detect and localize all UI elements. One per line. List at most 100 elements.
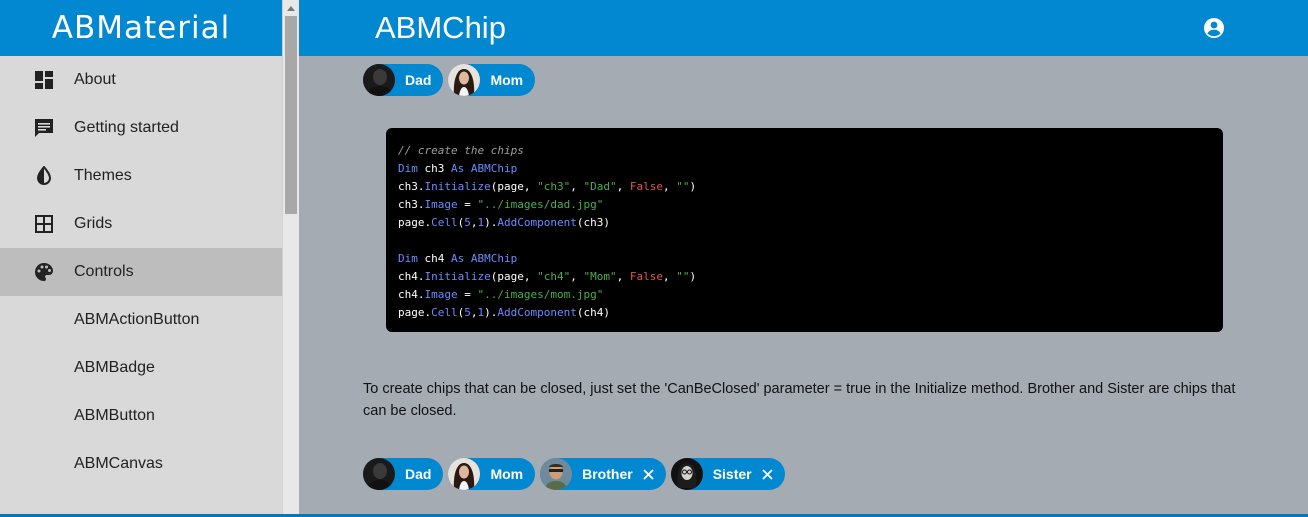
code-token: AddComponent (497, 306, 577, 319)
code-token: , (662, 180, 677, 193)
code-token: , (470, 216, 478, 229)
main-content: Dad Mom // create the chips Dim ch3 As A… (299, 56, 1308, 517)
sidebar-item-label: About (74, 71, 116, 88)
code-token: "" (676, 270, 690, 283)
sidebar-subitem-label: ABMBadge (74, 359, 155, 376)
chip-row-top: Dad Mom (363, 64, 536, 96)
code-token: , (616, 270, 630, 283)
code-token: False (629, 270, 663, 283)
code-token: (ch3) (576, 216, 610, 229)
dashboard-icon (33, 69, 55, 91)
chip-label: Brother (582, 466, 633, 482)
brand-logo[interactable]: ABMaterial (52, 10, 230, 46)
code-token: ABMChip (464, 162, 518, 175)
code-token: Cell (431, 216, 458, 229)
grid-icon (33, 213, 55, 235)
code-token: , (570, 180, 584, 193)
code-token: "../images/dad.jpg" (477, 198, 604, 211)
code-token: Cell (431, 306, 458, 319)
code-token: ch4. (398, 270, 425, 283)
code-token: Initialize (424, 180, 491, 193)
scroll-up-arrow-icon[interactable] (283, 0, 299, 16)
code-token: "" (676, 180, 690, 193)
code-token: (page, (490, 180, 538, 193)
mom-avatar (448, 458, 481, 490)
code-token: "ch4" (537, 270, 571, 283)
description-text: To create chips that can be closed, just… (363, 381, 1236, 419)
code-token: ch4 (417, 252, 451, 265)
code-token: Initialize (424, 270, 491, 283)
code-token: (ch4) (576, 306, 610, 319)
code-comment: // create the chips (398, 144, 524, 157)
sidebar-item-grids[interactable]: Grids (0, 200, 282, 248)
code-token: Image (424, 288, 458, 301)
code-token: page. (398, 306, 432, 319)
sidebar-subitem-abmbutton[interactable]: ABMButton (0, 392, 282, 440)
top-app-bar: ABMChip (299, 0, 1308, 56)
code-token: "Dad" (583, 180, 617, 193)
sidebar-item-label: Controls (74, 263, 134, 280)
code-token: (page, (490, 270, 538, 283)
code-token: As (451, 252, 465, 265)
sidebar-item-label: Themes (74, 167, 132, 184)
code-token: ). (484, 306, 498, 319)
chip-label: Sister (712, 466, 752, 482)
sidebar-subitem-label: ABMActionButton (74, 311, 200, 328)
sidebar-item-themes[interactable]: Themes (0, 152, 282, 200)
code-token: "ch3" (537, 180, 571, 193)
palette-icon (33, 261, 55, 283)
dad-avatar (363, 64, 395, 96)
account-circle-icon[interactable] (1202, 16, 1226, 40)
code-token: ABMChip (464, 252, 518, 265)
chip-mom[interactable]: Mom (448, 458, 536, 490)
chip-dad[interactable]: Dad (363, 458, 444, 490)
close-icon[interactable] (761, 468, 773, 480)
code-token: ch4. (398, 288, 425, 301)
code-token: page. (398, 216, 432, 229)
chip-label: Mom (490, 72, 524, 88)
sidebar-subitem-abmactionbutton[interactable]: ABMActionButton (0, 296, 282, 344)
sidebar-scrollbar[interactable] (282, 0, 299, 517)
chip-sister[interactable]: Sister (670, 458, 785, 490)
chip-mom[interactable]: Mom (448, 64, 536, 96)
code-token: As (451, 162, 465, 175)
sidebar-item-about[interactable]: About (0, 56, 282, 104)
code-token: , (662, 270, 677, 283)
chip-brother[interactable]: Brother (540, 458, 666, 490)
code-token: Image (424, 198, 458, 211)
code-token: = (457, 198, 478, 211)
sidebar-subitem-abmcanvas[interactable]: ABMCanvas (0, 440, 282, 488)
chip-label: Dad (405, 466, 432, 482)
close-icon[interactable] (643, 468, 654, 480)
code-token: , (570, 270, 584, 283)
code-token: ) (689, 270, 697, 283)
chip-dad[interactable]: Dad (363, 64, 444, 96)
chip-label: Mom (490, 466, 524, 482)
code-token: ). (484, 216, 498, 229)
chat-icon (33, 117, 55, 139)
sidebar-item-label: Getting started (74, 119, 179, 136)
mom-avatar (448, 64, 481, 96)
code-token: 5 (464, 306, 471, 319)
code-token: = (457, 288, 478, 301)
code-token: False (629, 180, 663, 193)
code-token: , (470, 306, 478, 319)
code-token: Dim (398, 252, 418, 265)
sidebar-item-getting-started[interactable]: Getting started (0, 104, 282, 152)
code-token: AddComponent (497, 216, 577, 229)
scrollbar-thumb[interactable] (285, 16, 297, 214)
code-token: , (616, 180, 630, 193)
code-token: "../images/mom.jpg" (477, 288, 604, 301)
sidebar-header: ABMaterial (0, 0, 282, 56)
sister-avatar (670, 458, 703, 490)
code-token: ch3. (398, 180, 425, 193)
sidebar-subitem-abmbadge[interactable]: ABMBadge (0, 344, 282, 392)
code-token: ch3. (398, 198, 425, 211)
sidebar-subitem-label: ABMCanvas (74, 455, 163, 472)
chip-label: Dad (405, 72, 432, 88)
sidebar-item-label: Grids (74, 215, 113, 232)
sidebar-item-controls[interactable]: Controls (0, 248, 282, 296)
contrast-icon (33, 165, 55, 187)
code-token: Dim (398, 162, 418, 175)
code-token: "Mom" (583, 270, 617, 283)
